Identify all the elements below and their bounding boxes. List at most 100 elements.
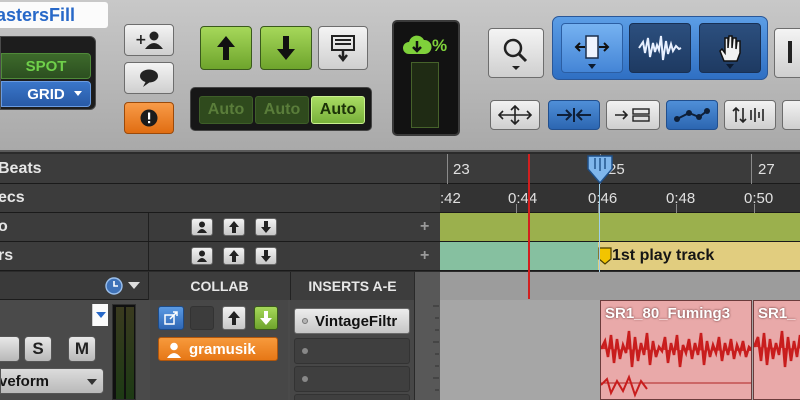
bar-line [751,154,752,184]
expand-arrows-icon [497,105,533,125]
audio-clip[interactable]: SR1_ [753,300,800,400]
spot-mode-button[interactable]: SPOT [1,53,91,79]
share-track-button[interactable] [158,306,184,330]
tab-to-transients-button[interactable] [548,100,600,130]
user-button[interactable] [191,218,213,236]
trim-tool-button[interactable] [561,23,623,73]
clock-icon[interactable] [104,276,124,296]
track-view-selector[interactable]: veform [0,368,104,394]
record-button[interactable] [0,336,20,362]
link-timeline-button[interactable] [606,100,660,130]
insert-slot-c[interactable] [294,366,410,392]
min-secs-ruler: ecs :42 0:44 0:46 0:48 0:50 [0,184,800,213]
track-column-headers: COLLAB INSERTS A-E [0,272,440,300]
mirror-midi-button[interactable] [724,100,776,130]
hand-icon [719,35,741,62]
track-name-label: astersFill [0,4,76,25]
bar-tick-label: 27 [758,161,775,178]
time-tick [754,204,755,213]
ruler-label: o [0,218,8,235]
inserts-column-header: INSERTS A-E [290,272,414,300]
user-icon [197,250,207,262]
alert-icon [140,109,158,127]
chevron-down-icon [74,91,82,96]
grid-mode-button[interactable]: GRID [1,81,91,107]
min-secs-timeline[interactable]: :42 0:44 0:46 0:48 0:50 [440,184,800,213]
waveform-graphic [754,330,800,368]
upload-track-button[interactable] [222,306,246,330]
user-icon [197,221,207,233]
toolbar-extra-button[interactable] [782,100,800,130]
cloud-cpu-meter[interactable]: % [392,20,460,136]
user-button[interactable] [191,247,213,265]
download-button[interactable] [255,218,277,236]
transient-arrows-icon [557,108,591,122]
speech-bubble-icon [140,69,158,87]
auto-button-2[interactable]: Auto [255,96,309,124]
insert-name: VintageFiltr [315,312,398,330]
grid-mode-label: GRID [27,85,65,103]
insert-slot-d[interactable] [294,394,410,400]
ruler-label: rs [0,247,14,264]
add-marker-button[interactable]: + [420,247,429,265]
pencil-tool-button[interactable] [774,28,800,78]
waveform-select-icon [638,35,682,61]
arrow-up-icon [229,250,239,262]
meter-channel [116,307,124,399]
insert-slot-a[interactable]: VintageFiltr [294,308,410,334]
download-track-button[interactable] [254,306,278,330]
solo-button[interactable]: S [24,336,52,362]
track-list-menu-button[interactable] [318,26,368,70]
upload-button[interactable] [223,218,245,236]
tempo-ruler: o + [0,213,800,242]
cloud-icon [403,35,432,54]
bars-beats-ruler: Beats 23 25 27 [0,154,800,184]
alert-button[interactable] [124,102,174,134]
comment-button[interactable] [124,62,174,94]
upload-button[interactable] [223,247,245,265]
ruler-label: Beats [0,159,42,177]
playhead-line [528,154,530,299]
ruler-name-bars-beats: Beats [0,154,440,183]
markers-timeline[interactable]: 1st play track [440,242,800,270]
marker-region[interactable]: 1st play track [598,242,800,270]
add-user-button[interactable]: + [124,24,174,56]
tempo-timeline[interactable] [440,213,800,241]
collab-user-badge[interactable]: gramusik [158,337,278,361]
arrow-down-icon [277,36,295,60]
bar-tick-label: 23 [453,161,470,178]
grabber-tool-button[interactable] [699,23,761,73]
track-name-field[interactable]: astersFill [0,2,108,28]
download-button[interactable] [255,247,277,265]
ruler-label: ecs [0,189,25,206]
playhead-marker-icon[interactable] [586,155,614,185]
bars-beats-timeline[interactable]: 23 25 27 [440,154,800,184]
arrow-up-icon [217,36,235,60]
add-tempo-button[interactable]: + [420,218,429,236]
download-button[interactable] [260,26,312,70]
mute-button[interactable]: M [68,336,96,362]
insert-slot-b[interactable] [294,338,410,364]
cpu-level-bar [411,62,439,128]
markers-ruler-controls [148,242,290,270]
auto-button-1[interactable]: Auto [199,96,253,124]
auto-button-3[interactable]: Auto [311,96,365,124]
time-tick-label: :42 [440,190,461,207]
chevron-down-icon [95,312,106,318]
zoom-toggle-button[interactable] [490,100,540,130]
selector-tool-button[interactable] [629,23,691,73]
edit-window-toolbar: SPOT GRID + Auto Auto Auto % [0,0,800,152]
zoom-tool-button[interactable] [488,28,544,78]
magnifier-icon [503,38,528,70]
track-scroll-strip[interactable] [414,272,440,400]
chevron-down-icon [726,64,734,69]
waveform-graphic [601,330,751,398]
time-tick-label: 0:50 [744,190,774,207]
chevron-down-icon[interactable] [128,282,140,289]
audio-clip[interactable]: SR1_80_Fuming3 [600,300,752,400]
arrow-up-icon [229,221,239,233]
link-track-edit-button[interactable] [666,100,718,130]
bar-line [447,154,448,184]
track-name-menu[interactable] [92,304,108,326]
upload-button[interactable] [200,26,252,70]
